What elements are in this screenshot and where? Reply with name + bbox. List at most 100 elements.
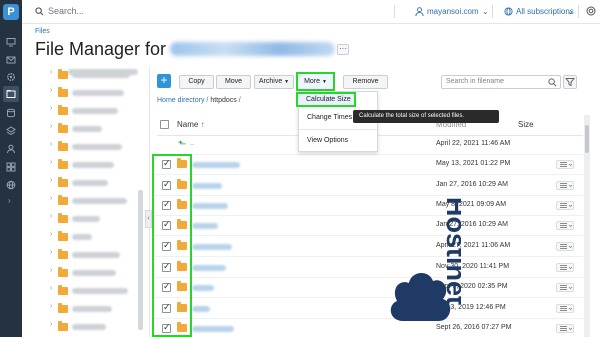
row-actions-button[interactable] [556,242,574,251]
expand-chevron-icon[interactable]: › [8,196,11,205]
copy-button[interactable]: Copy [179,75,214,89]
file-name[interactable] [192,265,226,271]
expand-arrow-icon[interactable]: › [50,321,52,328]
tree-item[interactable] [72,90,124,96]
tree-item[interactable] [72,198,127,204]
tree-item[interactable] [72,288,128,294]
expand-arrow-icon[interactable]: › [50,141,52,148]
more-label: More [304,78,321,85]
folder-icon [58,213,68,223]
select-all-checkbox[interactable] [160,120,169,129]
help-icon[interactable] [586,6,596,16]
filename-search-input[interactable]: Search in filename [441,75,561,89]
move-button[interactable]: Move [216,75,251,89]
table-row[interactable]: Sept 26, 2016 07:27 PM [154,319,583,337]
extensions-icon[interactable] [6,162,16,172]
collapse-tree-handle[interactable]: ‹ [145,210,152,228]
filter-button[interactable] [563,75,577,89]
expand-arrow-icon[interactable]: › [50,195,52,202]
tree-item[interactable] [72,234,92,240]
table-row[interactable]: April 27, 2021 11:06 AM [154,237,583,257]
expand-arrow-icon[interactable]: › [50,177,52,184]
table-row[interactable]: Jan 27, 2016 10:29 AM [154,176,583,196]
title-more-button[interactable]: ··· [337,44,349,55]
globe-icon[interactable] [6,180,16,190]
table-row[interactable]: May 13, 2021 01:22 PM [154,155,583,175]
row-actions-button[interactable] [556,201,574,210]
scroll-thumb[interactable] [585,125,589,153]
table-scrollbar[interactable] [584,115,590,337]
tree-item[interactable] [72,306,112,312]
row-actions-button[interactable] [556,263,574,272]
user-menu[interactable]: mayansoi.com [427,7,479,16]
archive-button[interactable]: Archive ▼ [254,75,294,89]
parent-link[interactable]: .. [190,140,194,147]
more-button[interactable]: More ▼ [296,72,335,91]
expand-arrow-icon[interactable]: › [50,69,52,76]
row-actions-button[interactable] [556,221,574,230]
file-name[interactable] [192,183,222,189]
tree-item[interactable] [72,216,100,222]
folder-icon [58,159,68,169]
expand-arrow-icon[interactable]: › [50,87,52,94]
row-actions-button[interactable] [556,324,574,333]
expand-arrow-icon[interactable]: › [50,303,52,310]
tree-item[interactable] [72,252,120,258]
row-actions-button[interactable] [556,160,574,169]
menu-item-change-times[interactable]: Change Times [307,114,352,121]
subscriptions-menu[interactable]: All subscriptions [516,7,574,16]
search-icon[interactable] [548,78,557,87]
tree-item[interactable] [72,162,114,168]
table-row[interactable]: Jan 27, 2016 10:29 AM [154,216,583,236]
table-row[interactable]: July 3, 2019 12:46 PM [154,299,583,319]
row-actions-button[interactable] [556,181,574,190]
remove-button[interactable]: Remove [343,75,388,89]
file-name[interactable] [192,223,218,229]
expand-arrow-icon[interactable]: › [50,105,52,112]
row-actions-button[interactable] [556,304,574,313]
globe-icon [504,7,513,16]
col-size-header[interactable]: Size [518,120,534,129]
layers-icon[interactable] [6,126,16,136]
global-search-input[interactable]: Search... [48,6,84,16]
expand-arrow-icon[interactable]: › [50,285,52,292]
add-button[interactable]: + [157,74,171,88]
file-name[interactable] [192,244,232,250]
expand-arrow-icon[interactable]: › [50,231,52,238]
users-icon[interactable] [6,144,16,154]
table-row[interactable]: May 8, 2021 09:09 AM [154,196,583,216]
breadcrumb[interactable]: Files [35,28,50,35]
expand-arrow-icon[interactable]: › [50,213,52,220]
tree-item[interactable] [72,324,106,330]
database-icon[interactable] [6,108,16,118]
table-row[interactable]: Nov 30, 2020 11:41 PM [154,258,583,278]
menu-item-view-options[interactable]: View Options [307,137,348,144]
tree-item[interactable] [72,180,108,186]
tree-item[interactable] [72,72,130,78]
path-home[interactable]: Home directory [157,97,204,104]
table-row[interactable]: Sept 9, 2020 02:35 PM [154,278,583,298]
file-name[interactable] [192,285,214,291]
file-name[interactable] [192,326,234,332]
tree-item[interactable] [72,126,102,132]
tree-scrollbar[interactable] [138,190,143,330]
file-name[interactable] [192,203,228,209]
expand-arrow-icon[interactable]: › [50,123,52,130]
row-actions-button[interactable] [556,283,574,292]
files-icon[interactable] [3,86,19,102]
gear-icon[interactable] [6,72,16,82]
col-name-header[interactable]: Name ↑ [177,120,205,129]
expand-arrow-icon[interactable]: › [50,249,52,256]
plesk-logo[interactable]: P [3,4,19,20]
monitor-icon[interactable] [6,37,16,47]
mail-icon[interactable] [6,55,16,65]
file-name[interactable] [192,162,240,168]
breadcrumb-path: Home directory / httpdocs / [157,97,241,104]
file-name[interactable] [192,306,210,312]
tree-item[interactable] [72,108,118,114]
tree-item[interactable] [72,144,122,150]
menu-item-calculate-size[interactable]: Calculate Size [296,92,356,107]
expand-arrow-icon[interactable]: › [50,267,52,274]
tree-item[interactable] [72,270,116,276]
expand-arrow-icon[interactable]: › [50,159,52,166]
